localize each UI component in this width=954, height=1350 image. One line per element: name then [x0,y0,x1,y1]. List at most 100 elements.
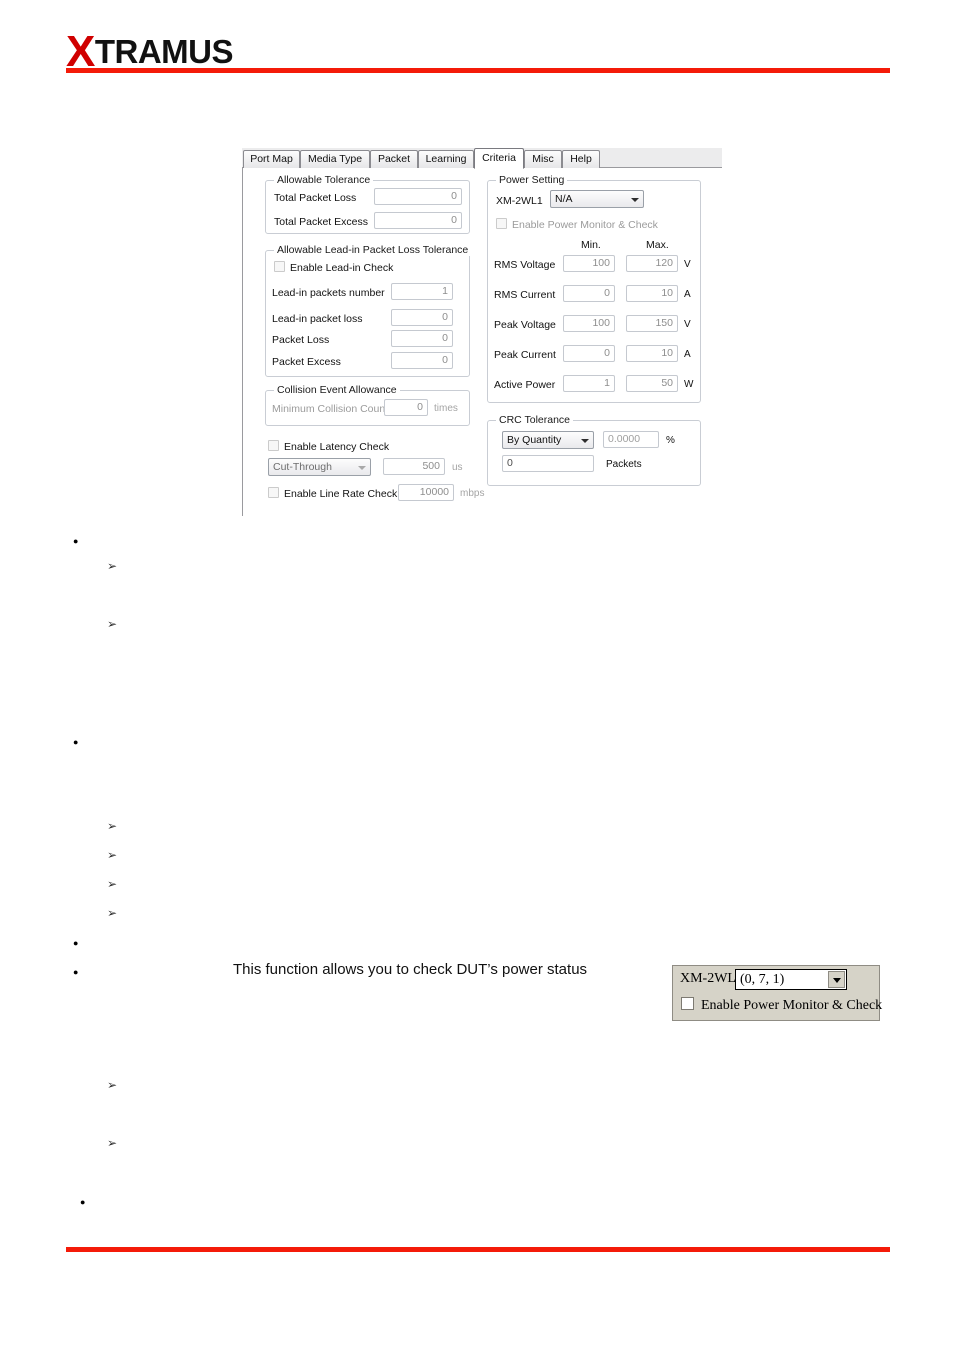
input-rms-current-max[interactable]: 10 [626,285,678,302]
select-latency-mode[interactable]: Cut-Through [268,458,371,476]
group-allowable-tolerance: Allowable Tolerance Total Packet Loss 0 … [265,174,470,234]
tab-packet[interactable]: Packet [370,150,418,168]
checkbox-enable-line-rate-check[interactable] [268,487,279,498]
input-lead-in-packet-loss[interactable]: 0 [391,309,453,326]
input-latency-value[interactable]: 500 [383,458,445,475]
unit-active-power: W [684,379,694,390]
select-power-module[interactable]: N/A [550,190,644,208]
input-crc-quantity[interactable]: 0 [502,455,594,472]
criteria-dialog-screenshot: Port Map Media Type Packet Learning Crit… [242,148,722,516]
label-enable-lead-in-check: Enable Lead-in Check [290,262,394,274]
tab-learning[interactable]: Learning [418,150,474,168]
group-allowable-tolerance-title: Allowable Tolerance [274,174,374,186]
unit-rms-current: A [684,289,691,300]
input-active-power-max[interactable]: 50 [626,375,678,392]
select-latency-mode-value: Cut-Through [273,461,332,473]
tab-help[interactable]: Help [562,150,600,168]
bullet-level2-8 [107,1135,117,1150]
label-enable-line-rate-check: Enable Line Rate Check [284,488,398,500]
label-rms-voltage: RMS Voltage [494,259,556,271]
select-crc-mode-value: By Quantity [507,434,562,446]
group-crc-tolerance-title: CRC Tolerance [496,414,574,426]
inset-dropdown-button[interactable] [828,971,845,988]
group-lead-in-tolerance: Allowable Lead-in Packet Loss Tolerance … [265,244,472,377]
input-minimum-collision-count[interactable]: 0 [384,399,428,416]
footer-rule [66,1247,890,1252]
label-active-power: Active Power [494,379,556,391]
input-packet-excess[interactable]: 0 [391,352,453,369]
label-minimum-collision-count: Minimum Collision Count [272,403,389,415]
bullet-level2-6 [107,905,117,920]
group-lead-in-tolerance-title: Allowable Lead-in Packet Loss Tolerance [274,244,472,256]
unit-latency-us: us [452,462,463,473]
tab-media-type[interactable]: Media Type [300,150,370,168]
group-collision-event-allowance: Collision Event Allowance Minimum Collis… [265,384,470,426]
chevron-down-icon [833,978,841,983]
unit-line-rate-mbps: mbps [460,488,485,499]
inset-select-module-value: (0, 7, 1) [740,972,785,987]
chevron-down-icon [631,198,639,202]
input-total-packet-loss[interactable]: 0 [374,188,462,205]
input-peak-voltage-max[interactable]: 150 [626,315,678,332]
select-power-module-value: N/A [555,193,573,205]
bullet-level1-4 [73,963,78,979]
input-rms-voltage-max[interactable]: 120 [626,255,678,272]
group-crc-tolerance: CRC Tolerance By Quantity 0.0000 % 0 Pac… [487,414,701,486]
input-active-power-min[interactable]: 1 [563,375,615,392]
inset-label-enable-power-monitor: Enable Power Monitor & Check [701,998,883,1013]
unit-collision-times: times [434,403,458,414]
inset-select-module[interactable]: (0, 7, 1) [735,969,847,990]
bullet-level2-4 [107,847,117,862]
bullet-level2-1 [107,558,117,573]
unit-rms-voltage: V [684,259,691,270]
bullet-level2-5 [107,876,117,891]
unit-peak-current: A [684,349,691,360]
tab-misc[interactable]: Misc [524,150,562,168]
inset-checkbox-enable-power-monitor[interactable] [681,997,694,1010]
header-rule [66,68,890,73]
input-total-packet-excess[interactable]: 0 [374,212,462,229]
input-packet-loss[interactable]: 0 [391,330,453,347]
inset-label-module: XM-2WL1 [680,971,743,986]
group-power-setting-title: Power Setting [496,174,568,186]
input-peak-voltage-min[interactable]: 100 [563,315,615,332]
tab-port-map[interactable]: Port Map [243,150,300,168]
input-rms-current-min[interactable]: 0 [563,285,615,302]
label-rms-current: RMS Current [494,289,556,301]
bullet-level1-3 [73,934,78,950]
bullet-level2-7 [107,1077,117,1092]
label-packet-excess: Packet Excess [272,356,341,368]
checkbox-enable-latency-check[interactable] [268,440,279,451]
input-line-rate-value[interactable]: 10000 [398,484,454,501]
input-peak-current-max[interactable]: 10 [626,345,678,362]
bullet-level2-2 [107,616,117,631]
bullet-level1-2 [73,733,78,749]
input-peak-current-min[interactable]: 0 [563,345,615,362]
bullet-level1-1 [73,532,78,548]
input-crc-percent[interactable]: 0.0000 [603,431,659,448]
label-peak-voltage: Peak Voltage [494,319,556,331]
chevron-down-icon [581,439,589,443]
body-paragraph: This function allows you to check DUT’s … [233,961,588,978]
criteria-panel: Allowable Tolerance Total Packet Loss 0 … [242,168,722,516]
label-total-packet-excess: Total Packet Excess [274,216,368,228]
checkbox-enable-lead-in-check[interactable] [274,261,285,272]
tab-criteria[interactable]: Criteria [474,148,524,169]
input-rms-voltage-min[interactable]: 100 [563,255,615,272]
column-header-min: Min. [581,239,601,251]
chevron-down-icon [358,466,366,470]
label-enable-power-monitor: Enable Power Monitor & Check [512,219,658,231]
select-crc-mode[interactable]: By Quantity [502,431,594,449]
checkbox-enable-power-monitor[interactable] [496,218,507,229]
group-power-setting: Power Setting XM-2WL1 N/A Enable Power M… [487,174,701,403]
label-total-packet-loss: Total Packet Loss [274,192,357,204]
input-lead-in-packets-number[interactable]: 1 [391,283,453,300]
label-lead-in-packet-loss: Lead-in packet loss [272,313,363,325]
label-enable-latency-check: Enable Latency Check [284,441,390,453]
label-peak-current: Peak Current [494,349,556,361]
logo-wordmark: TRAMUS [94,33,234,70]
unit-crc-percent: % [666,435,675,446]
column-header-max: Max. [646,239,669,251]
label-packet-loss: Packet Loss [272,334,330,346]
bullet-level1-5 [80,1193,85,1209]
